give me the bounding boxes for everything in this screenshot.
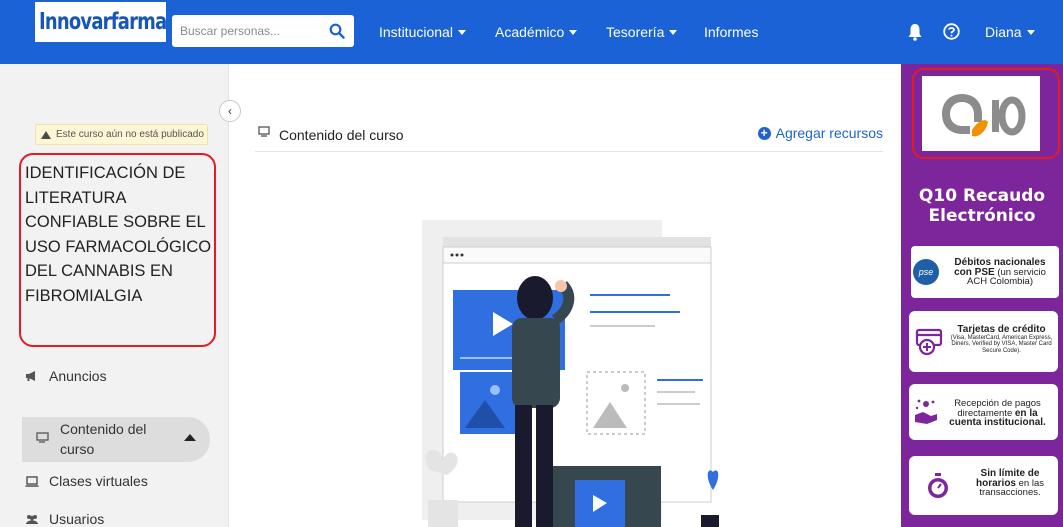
megaphone-icon	[26, 371, 35, 381]
nav-tesoreria[interactable]: Tesorería	[606, 24, 678, 40]
laptop-icon	[25, 476, 39, 487]
search-box	[172, 15, 354, 47]
sidebar-item-label: Anuncios	[49, 368, 107, 384]
content-icon	[36, 432, 49, 443]
ad-card-credit: Tarjetas de crédito (Visa, MasterCard, A…	[909, 311, 1058, 372]
search-input[interactable]	[180, 24, 330, 38]
brand-logo[interactable]: Innovarfarma	[35, 2, 167, 42]
ad-card-text: Tarjetas de crédito	[957, 324, 1046, 335]
page-title: Contenido del curso	[279, 127, 404, 143]
bell-icon[interactable]	[907, 23, 923, 41]
chevron-up-icon[interactable]	[184, 434, 196, 441]
collapse-sidebar-button[interactable]: ‹	[219, 100, 241, 122]
nav-institucional-label: Institucional	[379, 24, 453, 40]
sidebar-item-clases-virtuales[interactable]: Clases virtuales	[25, 473, 148, 489]
chevron-left-icon: ‹	[228, 104, 232, 118]
unpublished-text: Este curso aún no está publicado	[56, 129, 204, 140]
add-resources-button[interactable]: + Agregar recursos	[757, 125, 883, 141]
nav-informes-label: Informes	[704, 24, 759, 40]
stopwatch-icon	[928, 473, 948, 498]
chevron-down-icon	[569, 30, 578, 35]
ad-card-receive: Recepción de pagos directamente en la cu…	[909, 384, 1058, 440]
pse-logo-icon: pse	[913, 259, 939, 285]
ad-card-text: cuenta institucional.	[949, 417, 1046, 428]
highlight-box	[912, 68, 1060, 159]
ad-title-line: Electrónico	[928, 206, 1036, 226]
add-resources-label: Agregar recursos	[775, 125, 883, 141]
unpublished-badge: Este curso aún no está publicado	[35, 124, 208, 145]
warning-icon	[41, 130, 51, 139]
user-name: Diana	[985, 24, 1022, 40]
plus-circle-icon: +	[757, 126, 771, 140]
ad-card-text: transacciones.	[979, 487, 1041, 498]
chevron-down-icon	[1026, 30, 1035, 35]
sidebar-item-label: Clases virtuales	[49, 473, 148, 489]
nav-informes[interactable]: Informes	[704, 24, 758, 40]
ad-card-pse: pse Débitos nacionales con PSE (un servi…	[911, 246, 1059, 298]
hand-coin-icon	[915, 399, 937, 424]
empty-state-illustration	[422, 220, 719, 527]
ad-card-text: (Visa, MasterCard, American Express, Din…	[950, 334, 1053, 354]
content-header: Contenido del curso + Agregar recursos	[255, 124, 883, 152]
sidebar-item-anuncios[interactable]: Anuncios	[25, 368, 107, 384]
ad-title: Q10 Recaudo Electrónico	[901, 186, 1063, 226]
ad-card-hours: Sin límite de horarios en las transaccio…	[909, 456, 1058, 515]
chevron-down-icon	[669, 30, 678, 35]
chevron-down-icon	[457, 30, 466, 35]
ad-card-text: ACH Colombia)	[967, 276, 1033, 287]
sidebar-item-usuarios[interactable]: Usuarios	[25, 511, 104, 527]
nav-tesoreria-label: Tesorería	[606, 24, 665, 40]
users-icon	[26, 515, 38, 524]
top-navbar: Innovarfarma Institucional Académico Tes…	[0, 0, 1063, 64]
credit-card-icon	[915, 328, 943, 356]
search-icon[interactable]	[329, 23, 345, 39]
nav-institucional[interactable]: Institucional	[379, 24, 466, 40]
content-icon	[258, 126, 270, 137]
help-icon[interactable]	[943, 23, 960, 40]
sidebar-item-label: Usuarios	[49, 511, 105, 527]
user-menu[interactable]: Diana	[985, 24, 1035, 40]
brand-name: Innovarfarma	[39, 9, 167, 35]
nav-academico-label: Académico	[495, 24, 565, 40]
sidebar-item-label: Contenido del curso	[60, 421, 147, 457]
highlight-box	[19, 153, 216, 347]
nav-academico[interactable]: Académico	[495, 24, 578, 40]
ad-title-line: Q10 Recaudo	[918, 186, 1046, 206]
